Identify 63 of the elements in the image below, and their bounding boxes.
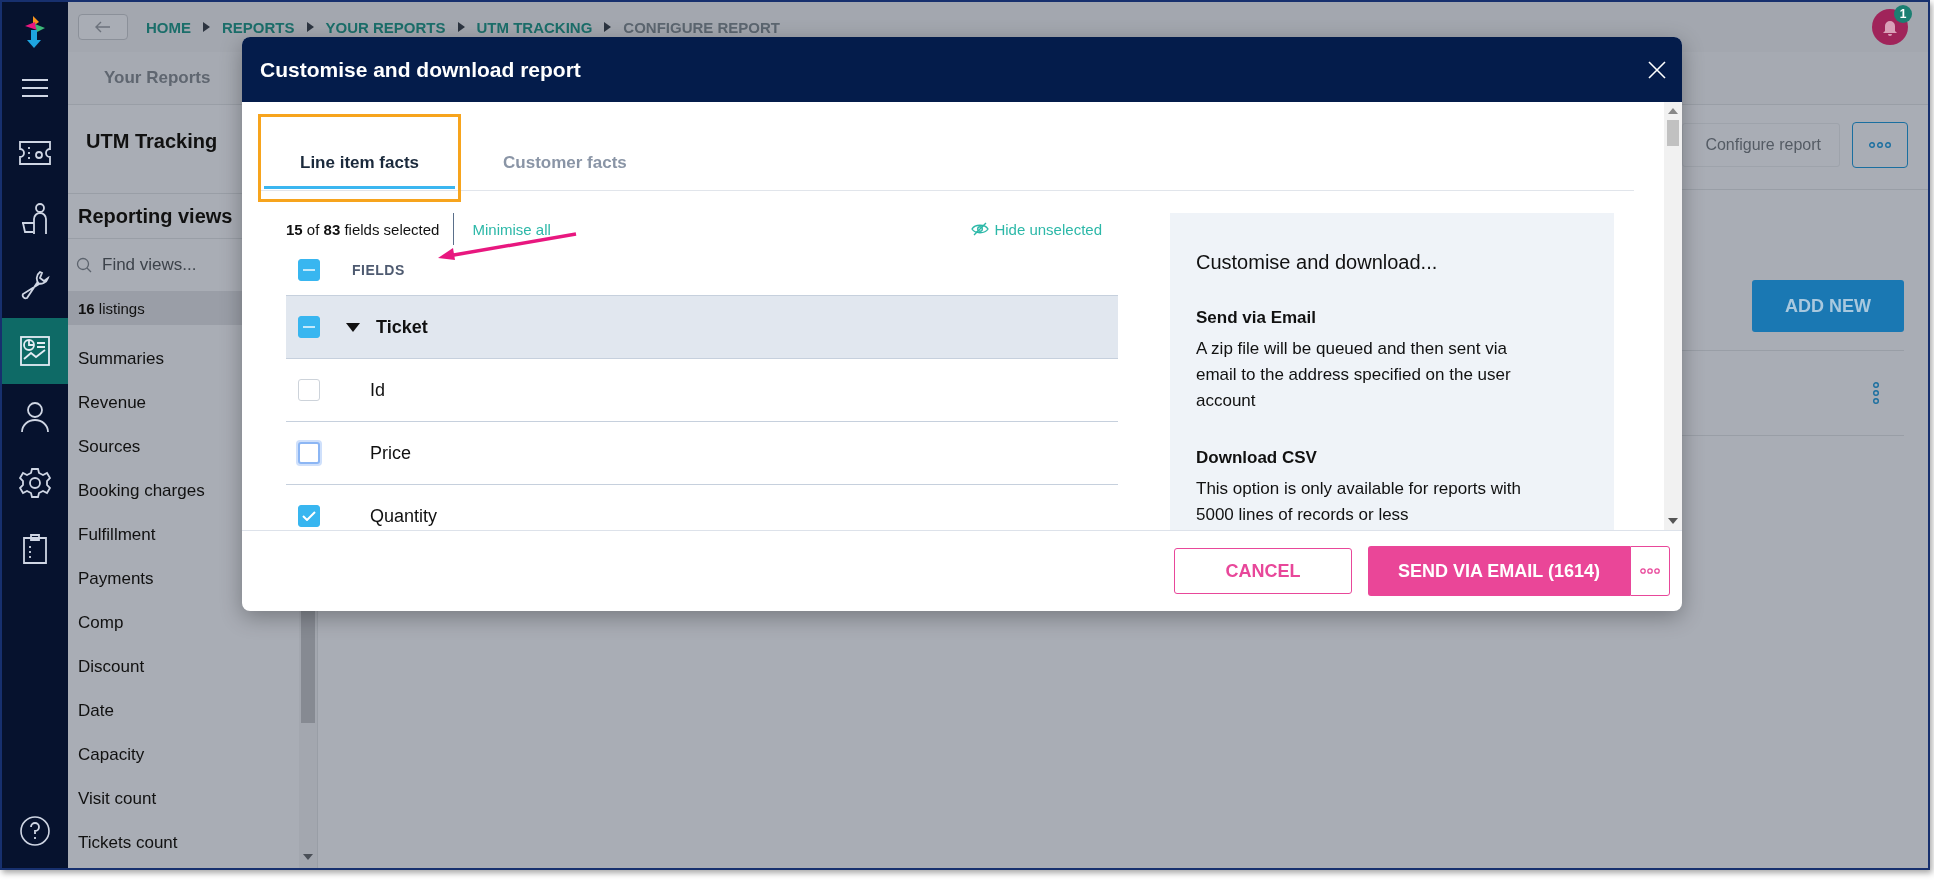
- search-icon: [76, 257, 92, 273]
- group-row[interactable]: Ticket: [286, 295, 1118, 359]
- field-label: Quantity: [370, 505, 438, 527]
- more-options-button[interactable]: [1630, 546, 1670, 596]
- menu-icon[interactable]: [21, 78, 49, 98]
- search-field[interactable]: Find views...: [100, 254, 274, 276]
- caret-icon[interactable]: [346, 322, 360, 332]
- person-basket-icon: [20, 203, 50, 235]
- dash-icon: [303, 326, 315, 328]
- column-header: FIELDS: [352, 262, 405, 278]
- caret-icon: [457, 22, 465, 32]
- notification-count: 1: [1894, 5, 1912, 23]
- scroll-down-icon[interactable]: [303, 854, 313, 860]
- scroll-up-icon[interactable]: [1668, 108, 1678, 114]
- back-arrow-icon: [95, 21, 111, 33]
- info-title: Customise and download...: [1196, 251, 1439, 274]
- scrollbar-thumb[interactable]: [1667, 120, 1679, 146]
- logo-icon: [23, 16, 47, 48]
- scrollbar[interactable]: [1664, 102, 1682, 530]
- modal-title: Customise and download report: [260, 57, 581, 82]
- wrench-icon: [20, 270, 50, 300]
- clipboard-icon: [23, 534, 47, 564]
- sidebar-item[interactable]: Tickets count: [68, 821, 299, 865]
- info-text: A zip file will be queued and then sent via email to the address specified on the user account: [1196, 338, 1512, 412]
- more-icon: [1640, 568, 1660, 574]
- field-label: Id: [370, 379, 385, 401]
- sidebar-item[interactable]: Date: [68, 689, 299, 733]
- report-chart-icon: [20, 336, 50, 366]
- scrollbar-thumb[interactable]: [301, 611, 315, 723]
- checkbox[interactable]: [298, 505, 320, 527]
- vertical-more-icon[interactable]: [1872, 382, 1880, 404]
- checkbox[interactable]: [298, 259, 320, 281]
- checkbox[interactable]: [298, 316, 320, 338]
- checkmark-icon: [302, 511, 316, 521]
- cancel-button[interactable]: CANCEL: [1174, 548, 1352, 594]
- person-icon: [21, 401, 49, 433]
- caret-icon: [604, 22, 612, 32]
- info-heading: Download CSV: [1196, 448, 1318, 468]
- group-label: Ticket: [376, 316, 428, 338]
- sidebar-item[interactable]: Capacity: [68, 733, 299, 777]
- tab[interactable]: Line item facts: [264, 139, 456, 189]
- info-heading: Send via Email: [1196, 308, 1317, 328]
- send-email-button[interactable]: SEND VIA EMAIL (1614): [1368, 546, 1630, 596]
- report-title: UTM Tracking: [86, 129, 218, 153]
- settings-icon: [19, 467, 51, 499]
- bell-icon: [1882, 18, 1898, 36]
- field-label: Price: [370, 442, 411, 464]
- eye-slash-icon: [971, 222, 990, 236]
- caret-icon: [203, 22, 210, 32]
- listing-count: 16 listings: [78, 299, 145, 317]
- close-icon[interactable]: [1648, 60, 1666, 79]
- scroll-down-icon[interactable]: [1668, 518, 1678, 524]
- caret-icon: [306, 22, 314, 32]
- info-text: This option is only available for reports with 5000 lines of records or less: [1196, 478, 1523, 526]
- sidebar-item[interactable]: Comp: [68, 601, 299, 645]
- help-icon[interactable]: [20, 816, 50, 846]
- sidebar-item[interactable]: Visit count: [68, 777, 299, 821]
- ticket-icon: [19, 141, 51, 165]
- sidebar-item[interactable]: Discount: [68, 645, 299, 689]
- more-button[interactable]: [1852, 122, 1908, 168]
- checkbox[interactable]: [298, 379, 320, 401]
- dash-icon: [303, 269, 315, 271]
- more-icon: [1869, 142, 1891, 148]
